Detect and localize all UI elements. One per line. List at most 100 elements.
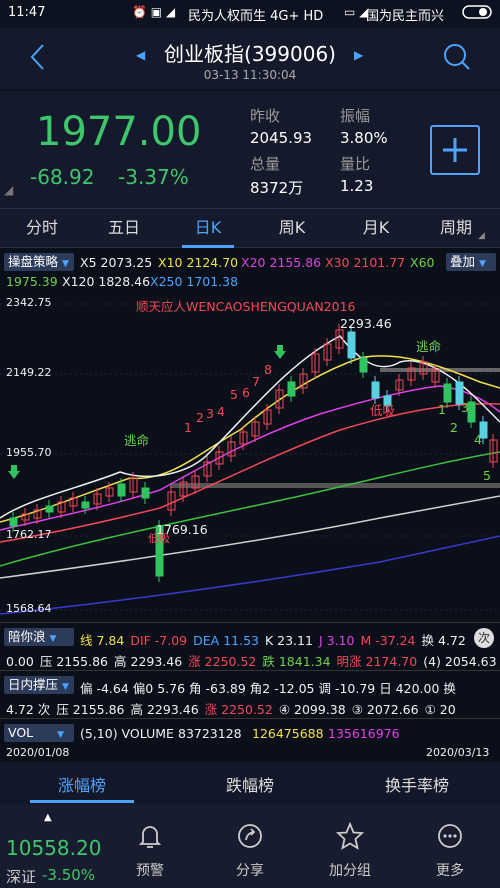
indicator-value: J 3.10 (318, 633, 355, 648)
strategy-select[interactable]: 操盘策略 ▼ (4, 253, 74, 271)
prev-close-value: 2045.93 (250, 129, 313, 147)
more-label: 更多 (436, 863, 464, 879)
battery-icon: ▭ ◢ (344, 5, 369, 19)
indicator-value: ④ 2099.38 (278, 702, 346, 717)
search-icon[interactable] (442, 42, 472, 76)
toggle-icon (462, 4, 492, 24)
indicator-1-line-2: 0.00 压 2155.86 高 2293.46 涨 2250.52 跌 1841.34… (6, 651, 500, 670)
tab-turnover[interactable]: 换手率榜 (362, 772, 472, 796)
moving-average-line (0, 495, 500, 579)
tab-daily-k[interactable]: 日K (176, 209, 240, 249)
signal-escape-1: 逃命 (124, 433, 150, 448)
count-2: 2 (196, 410, 204, 425)
tab-intraday[interactable]: 分时 (10, 209, 74, 249)
indicator-select-2[interactable]: 日内撑压 ▼ (4, 676, 74, 694)
indicator-value: M -37.24 (360, 633, 416, 648)
indicator-select-1[interactable]: 陪你浪 ▼ (4, 628, 74, 646)
indicator-value: (4) 2054.63 (423, 654, 497, 669)
add-group-button[interactable]: 加分组 (310, 821, 390, 880)
ma-x5: X5 2073.25 (80, 255, 153, 270)
tab-five-day[interactable]: 五日 (92, 209, 156, 249)
indicator-2-line-2: 4.72 次压 2155.86 高 2293.46 涨 2250.52 ④ 2099.… (6, 699, 462, 718)
price-change: -68.92 (30, 165, 95, 189)
bell-icon (138, 826, 162, 848)
dropdown-icon: ▼ (62, 682, 69, 692)
down-count-5: 5 (483, 468, 491, 483)
indicator-value: 4.72 次 (6, 702, 51, 717)
volume-ratio-value: 1.23 (340, 177, 374, 195)
count-3: 3 (206, 406, 214, 421)
active-tab-indicator (30, 800, 134, 803)
moving-average-line (0, 335, 500, 519)
volume-select[interactable]: VOL ▼ (4, 724, 74, 742)
candle-body (9, 517, 18, 527)
header-nav: ◀ 创业板指(399006) 03-13 11:30:04 ▶ (0, 28, 500, 90)
candle-body (81, 501, 90, 509)
volume-ma5: 126475688 (252, 726, 324, 741)
indicator-toggle-icon[interactable]: 次 (474, 628, 494, 648)
indicator-value: 高 2293.46 (114, 654, 183, 669)
candle-body (117, 483, 126, 497)
divider (0, 718, 500, 719)
indicator-value: 压 2155.86 (39, 654, 109, 669)
tab-weekly-k[interactable]: 周K (260, 209, 324, 249)
status-right: 国为民主而兴 (366, 9, 445, 24)
count-7: 7 (252, 374, 260, 389)
indicator-value: 高 2293.46 (130, 702, 199, 717)
tab-losers[interactable]: 跌幅榜 (198, 772, 302, 796)
expand-icon[interactable]: ◢ (4, 183, 13, 197)
period-tabs: 分时 五日 日K 周K 月K 周期 ◢ (0, 208, 500, 248)
status-bar: 11:47 ⏰ ▣ ◢ 民为人权而生 4G+ HD ▭ ◢ 国为民主而兴 (0, 0, 500, 28)
index-value[interactable]: 10558.20 (6, 836, 101, 860)
page-title: 创业板指(399006) (164, 42, 336, 66)
ma-x10: X10 2124.70 (158, 255, 239, 270)
down-count-4: 4 (474, 432, 482, 447)
volume-ma10: 135616976 (328, 726, 400, 741)
indicator-value: 0.00 (6, 654, 34, 669)
last-price: 1977.00 (36, 109, 202, 155)
overlay-select[interactable]: 叠加 ▼ (446, 253, 496, 271)
candle-body (443, 383, 452, 403)
indicator-2-line-1: 偏 -4.64 偏0 5.76 角 -63.89 角2 -12.05 调 -10… (80, 681, 456, 696)
indicator-value: 线 7.84 (80, 633, 125, 648)
ma-x20: X20 2155.86 (241, 255, 322, 270)
candle-body (141, 487, 150, 499)
y-label-3: 1762.17 (6, 528, 52, 541)
share-label: 分享 (236, 863, 264, 879)
add-watchlist-button[interactable] (430, 125, 480, 175)
indicator-value: 换 4.72 (421, 633, 466, 648)
down-count-3: 3 (461, 400, 469, 415)
buy-arrow-icon (274, 344, 286, 363)
tab-gainers[interactable]: 涨幅榜 (30, 772, 134, 796)
share-button[interactable]: 分享 (210, 822, 290, 880)
overlay-label: 叠加 (450, 254, 476, 269)
volume-value: 8372万 (250, 179, 304, 197)
volume-ratio-label: 量比 (340, 155, 371, 173)
indicator-value: 明涨 2174.70 (336, 654, 418, 669)
indicator-value: K 23.11 (264, 633, 313, 648)
candle-body (45, 505, 54, 513)
more-icon (438, 824, 462, 848)
candle-body (371, 381, 380, 399)
share-icon (238, 824, 262, 848)
candle-body (467, 401, 476, 423)
next-stock-icon[interactable]: ▶ (354, 48, 363, 62)
plus-icon (443, 138, 467, 162)
tab-period[interactable]: 周期 (424, 209, 488, 249)
moving-average-line (0, 402, 500, 543)
indicator-label-2: 日内撑压 (8, 677, 59, 692)
indicator-value: ① 20 (424, 702, 456, 717)
date-end: 2020/03/13 (426, 746, 490, 759)
chart-watermark: 顺天应人WENCAOSHENGQUAN2016 (136, 299, 356, 314)
alert-button[interactable]: 预警 (110, 822, 190, 880)
expand-up-icon[interactable]: ▲ (44, 812, 52, 823)
indicator-value: ③ 2072.66 (351, 702, 419, 717)
indicator-value: 压 2155.86 (56, 702, 125, 717)
high-label: 2293.46 (340, 316, 392, 331)
period-dropdown-icon: ◢ (478, 231, 485, 241)
down-count-1: 1 (438, 402, 446, 417)
dropdown-icon: ▼ (49, 634, 57, 644)
ma-x250: X250 1701.38 (150, 274, 239, 289)
more-button[interactable]: 更多 (410, 822, 490, 880)
tab-monthly-k[interactable]: 月K (344, 209, 408, 249)
